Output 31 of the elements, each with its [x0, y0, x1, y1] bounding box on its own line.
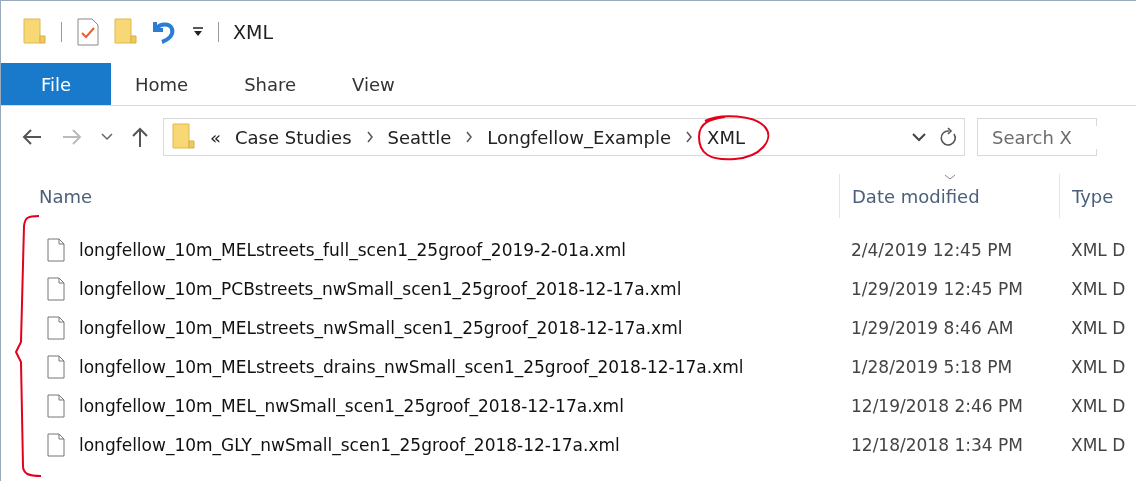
ribbon-tab[interactable]: File: [1, 63, 111, 105]
file-name[interactable]: longfellow_10m_MELstreets_nwSmall_scen1_25groof_2018-12-17a.xml: [79, 317, 683, 338]
breadcrumb[interactable]: Longfellow_Example: [487, 126, 672, 148]
breadcrumb[interactable]: XML: [707, 126, 745, 148]
file-name[interactable]: longfellow_10m_MELstreets_full_scen1_25groof_2019-2-01a.xml: [79, 239, 626, 260]
column-header[interactable]: Type: [1059, 174, 1114, 218]
ribbon-tab[interactable]: View: [328, 63, 417, 105]
type-cell-text: XML D: [1070, 317, 1126, 338]
file-name[interactable]: longfellow_10m_MEL_nwSmall_scen1_25groof_2018-12-17a.xml: [79, 395, 624, 416]
column-header[interactable]: Date modified: [852, 185, 980, 207]
date-cell-text: 2/4/2019 12:45 PM: [850, 239, 1014, 260]
breadcrumb[interactable]: Case Studies: [235, 126, 352, 148]
file-name[interactable]: longfellow_10m_PCBstreets_nwSmall_scen1_25groof_2018-12-17a.xml: [79, 278, 682, 299]
type-cell-text: XML D: [1070, 356, 1126, 377]
type-cell-text: XML D: [1070, 239, 1126, 260]
type-cell-text: XML D: [1070, 395, 1126, 416]
date-cell-text: 1/28/2019 5:18 PM: [850, 356, 1014, 377]
file-name[interactable]: longfellow_10m_GLY_nwSmall_scen1_25groof_2018-12-17a.xml: [79, 434, 620, 455]
date-cell-text: 12/18/2018 1:34 PM: [850, 434, 1024, 455]
overflow-chevron[interactable]: «: [210, 126, 221, 148]
date-cell-text: 1/29/2019 8:46 AM: [850, 317, 1015, 338]
ribbon-tab[interactable]: Home: [111, 63, 211, 105]
date-cell-text: 1/29/2019 12:45 PM: [850, 278, 1024, 299]
breadcrumb[interactable]: Seattle: [387, 126, 452, 148]
column-header[interactable]: Name: [1, 174, 839, 218]
type-cell-text: XML D: [1070, 434, 1126, 455]
file-name[interactable]: longfellow_10m_MELstreets_drains_nwSmall_scen1_25groof_2018-12-17a.xml: [79, 356, 744, 377]
window-title: XML: [233, 21, 273, 43]
date-cell-text: 12/19/2018 2:46 PM: [850, 395, 1024, 416]
type-cell-text: XML D: [1070, 278, 1126, 299]
ribbon-tab[interactable]: Share: [220, 63, 319, 105]
